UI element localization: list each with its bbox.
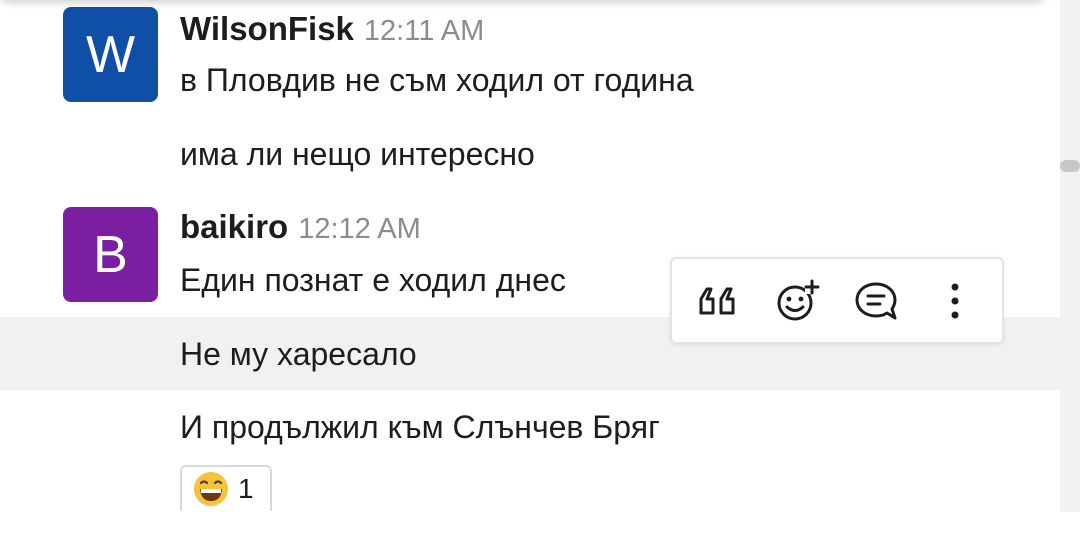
author-name[interactable]: WilsonFisk — [180, 10, 354, 47]
message-author-row: WilsonFisk 12:11 AM — [180, 10, 484, 48]
more-options-button[interactable] — [928, 274, 982, 328]
reply-in-thread-button[interactable] — [849, 274, 903, 328]
add-reaction-button[interactable] — [771, 274, 825, 328]
message-text[interactable]: Не му харесало — [180, 336, 417, 373]
reaction-chip[interactable]: 1 — [180, 465, 272, 511]
message-author-row: baikiro 12:12 AM — [180, 208, 421, 246]
quote-icon — [699, 287, 735, 314]
avatar[interactable]: W — [63, 7, 158, 102]
quote-button[interactable] — [692, 274, 746, 328]
message-timestamp[interactable]: 12:11 AM — [364, 15, 484, 47]
reply-in-thread-icon — [855, 282, 897, 319]
scrollbar-thumb[interactable] — [1060, 160, 1080, 172]
message-text[interactable]: в Пловдив не съм ходил от година — [180, 62, 694, 99]
message-actions-toolbar — [670, 257, 1004, 344]
grinning-emoji-icon — [194, 472, 228, 506]
more-options-icon — [951, 283, 959, 318]
bottom-area — [0, 512, 1080, 554]
reaction-count: 1 — [238, 473, 254, 504]
message-text[interactable]: И продължил към Слънчев Бряг — [180, 409, 660, 446]
avatar[interactable]: B — [63, 207, 158, 302]
add-reaction-icon — [777, 279, 820, 320]
message-text[interactable]: Един познат е ходил днес — [180, 262, 566, 299]
scrollbar-track[interactable] — [1060, 0, 1080, 514]
message-text[interactable]: има ли нещо интересно — [180, 136, 535, 173]
author-name[interactable]: baikiro — [180, 208, 288, 245]
message-timestamp[interactable]: 12:12 AM — [298, 213, 421, 245]
